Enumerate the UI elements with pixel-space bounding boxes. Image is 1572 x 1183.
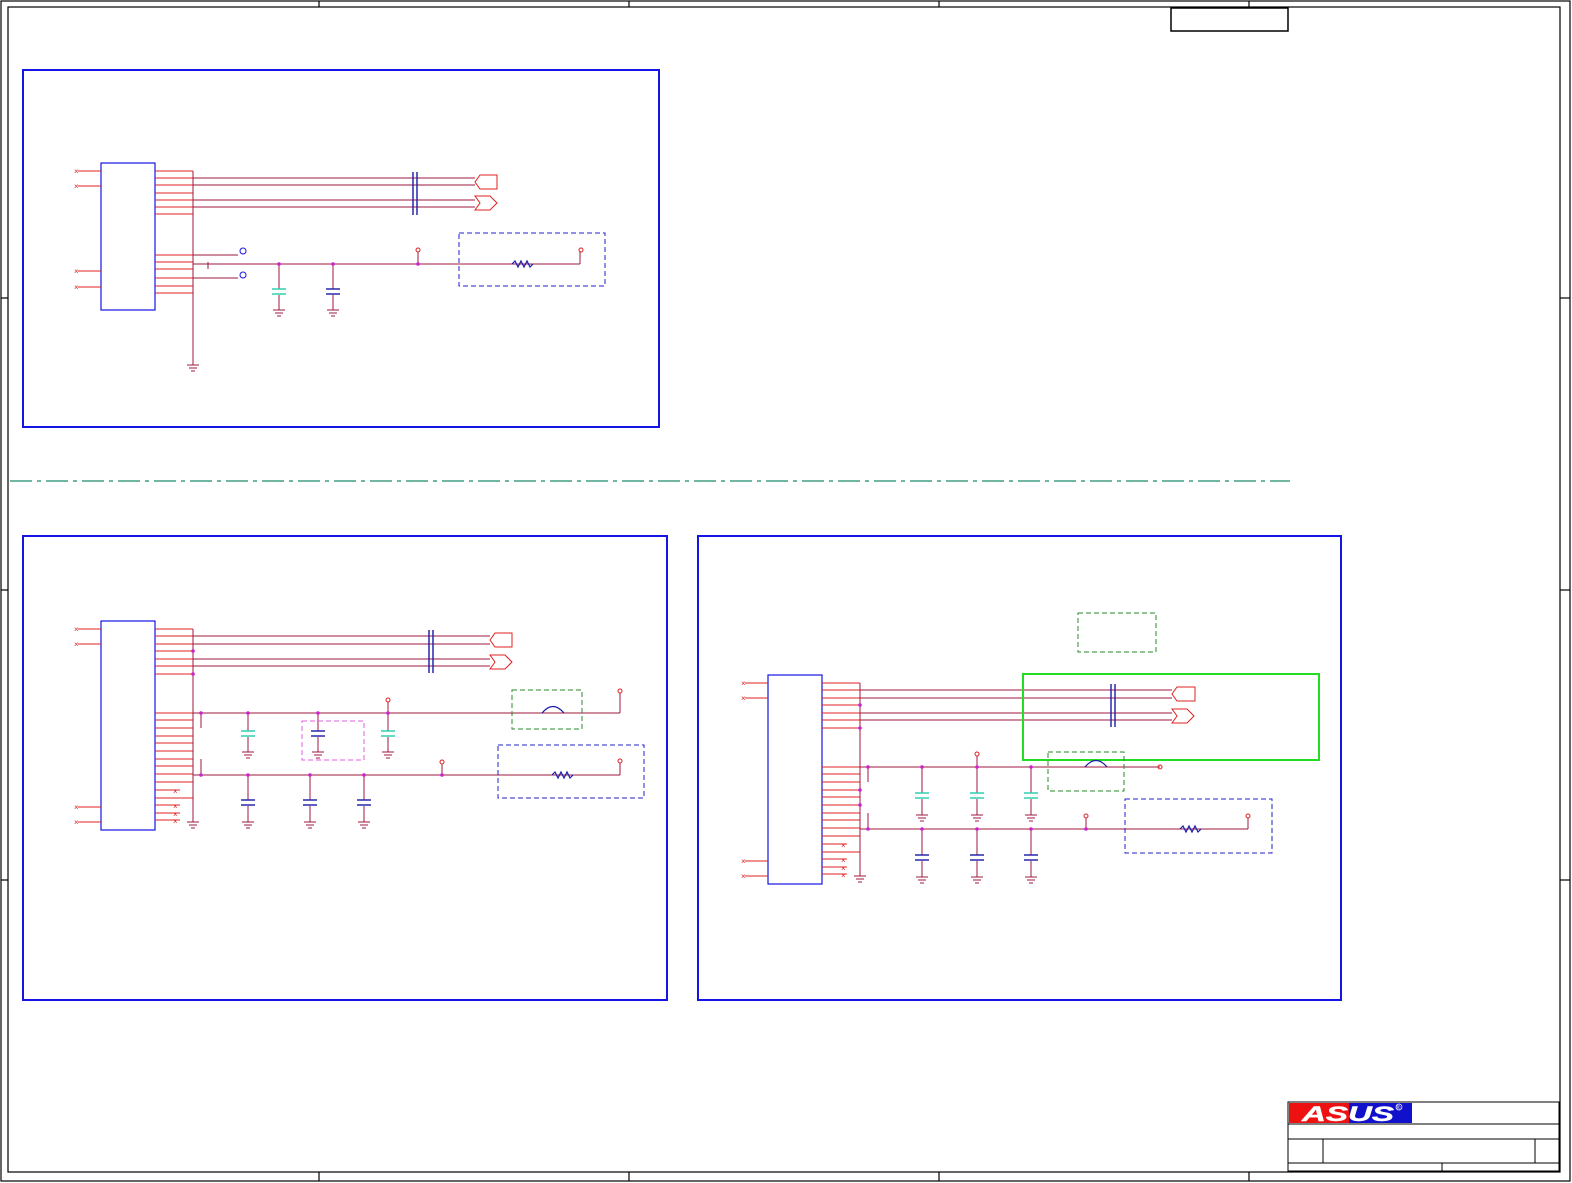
offpage-connector	[489, 654, 513, 670]
offpage-connector	[489, 632, 513, 648]
nc-x-mark: ×	[741, 872, 746, 881]
nc-x-mark: ×	[74, 803, 79, 812]
offpage-connector	[1171, 686, 1196, 702]
optional-cap-box	[301, 720, 365, 761]
block-frame-top-left	[22, 69, 660, 428]
nc-x-mark: ×	[74, 267, 79, 276]
nc-x-mark: ×	[74, 640, 79, 649]
nc-x-mark: ×	[74, 182, 79, 191]
offpage-connector	[474, 174, 498, 190]
nc-x-mark: ×	[741, 857, 746, 866]
ground-symbol	[187, 309, 339, 372]
optional-resistor-box	[1124, 798, 1273, 854]
title-block: ASUS ®	[1287, 1101, 1560, 1172]
label-box-green	[1077, 612, 1157, 653]
fuse-box	[1047, 751, 1125, 792]
block-frame-bottom-left	[22, 535, 668, 1001]
optional-resistor-box	[497, 744, 645, 799]
asus-logo: ASUS ®	[1289, 1103, 1412, 1126]
nc-x-mark: ×	[74, 283, 79, 292]
nc-x-mark: ×	[741, 694, 746, 703]
nc-x-mark: ×	[74, 625, 79, 634]
sheet-label-box	[1170, 7, 1289, 32]
nc-marks: × × × ×	[74, 167, 79, 292]
nc-x-mark: ×	[841, 841, 846, 850]
nc-x-mark: ×	[741, 679, 746, 688]
fuse	[541, 705, 565, 714]
highlight-box	[1022, 673, 1320, 761]
circuit-bottom-left: × × × × × × × ×	[74, 620, 645, 831]
test-point	[239, 271, 247, 279]
nc-x-mark: ×	[74, 167, 79, 176]
connector-body	[100, 620, 156, 831]
logo-text: ASUS	[1300, 1103, 1394, 1126]
registered-mark: ®	[1396, 1105, 1401, 1112]
nc-x-mark: ×	[74, 818, 79, 827]
nc-x-mark: ×	[173, 787, 178, 796]
optional-resistor-box	[458, 232, 606, 287]
offpage-connector	[1171, 708, 1195, 724]
test-point	[239, 247, 247, 255]
nc-x-mark: ×	[173, 817, 178, 826]
schematic-sheet: × × × × × × × × × × × × × × × × × × × × …	[0, 0, 1571, 1182]
fuse-box	[511, 689, 583, 730]
connector-body	[767, 674, 823, 885]
circuit-top-left: × × × ×	[74, 162, 606, 372]
offpage-connector	[474, 195, 498, 211]
fuse	[1084, 759, 1108, 768]
connector-body	[100, 162, 156, 311]
nc-x-mark: ×	[841, 871, 846, 880]
circuit-bottom-right: × × × × × × × ×	[741, 612, 1320, 885]
block-frame-bottom-right	[697, 535, 1342, 1001]
